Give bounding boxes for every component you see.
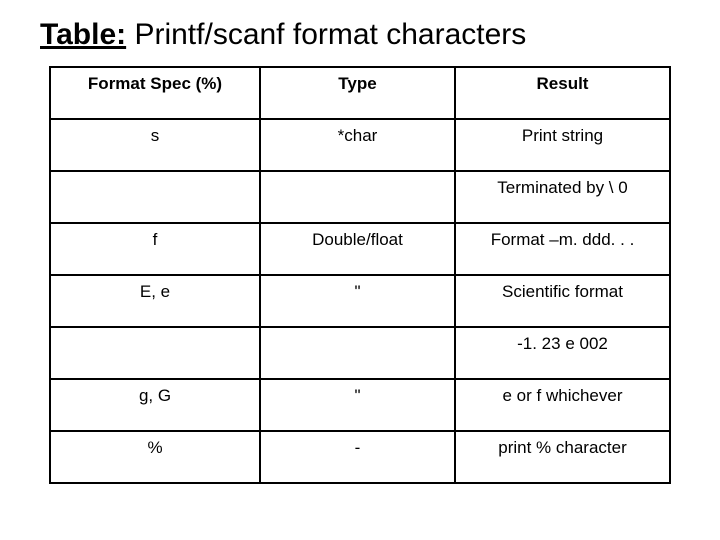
header-format-spec: Format Spec (%) [50, 67, 260, 119]
header-result: Result [455, 67, 670, 119]
header-type: Type [260, 67, 455, 119]
cell: s [50, 119, 260, 171]
cell: *char [260, 119, 455, 171]
cell: Format –m. ddd. . . [455, 223, 670, 275]
cell: " [260, 275, 455, 327]
table-row: Terminated by \ 0 [50, 171, 670, 223]
cell [50, 327, 260, 379]
table-row: E, e " Scientific format [50, 275, 670, 327]
cell: Scientific format [455, 275, 670, 327]
cell: E, e [50, 275, 260, 327]
table-header-row: Format Spec (%) Type Result [50, 67, 670, 119]
title-rest: Printf/scanf format characters [126, 18, 526, 51]
cell: e or f whichever [455, 379, 670, 431]
cell: - [260, 431, 455, 483]
title-prefix: Table: [40, 18, 126, 51]
table-row: -1. 23 e 002 [50, 327, 670, 379]
cell [260, 327, 455, 379]
cell: g, G [50, 379, 260, 431]
table-row: f Double/float Format –m. ddd. . . [50, 223, 670, 275]
cell: Terminated by \ 0 [455, 171, 670, 223]
cell [50, 171, 260, 223]
cell: % [50, 431, 260, 483]
table-row: % - print % character [50, 431, 670, 483]
cell [260, 171, 455, 223]
table-row: g, G " e or f whichever [50, 379, 670, 431]
cell: Print string [455, 119, 670, 171]
cell: f [50, 223, 260, 275]
cell: -1. 23 e 002 [455, 327, 670, 379]
format-table: Format Spec (%) Type Result s *char Prin… [49, 66, 671, 484]
cell: Double/float [260, 223, 455, 275]
cell: print % character [455, 431, 670, 483]
table-row: s *char Print string [50, 119, 670, 171]
page-title: Table: Printf/scanf format characters [40, 18, 680, 52]
cell: " [260, 379, 455, 431]
